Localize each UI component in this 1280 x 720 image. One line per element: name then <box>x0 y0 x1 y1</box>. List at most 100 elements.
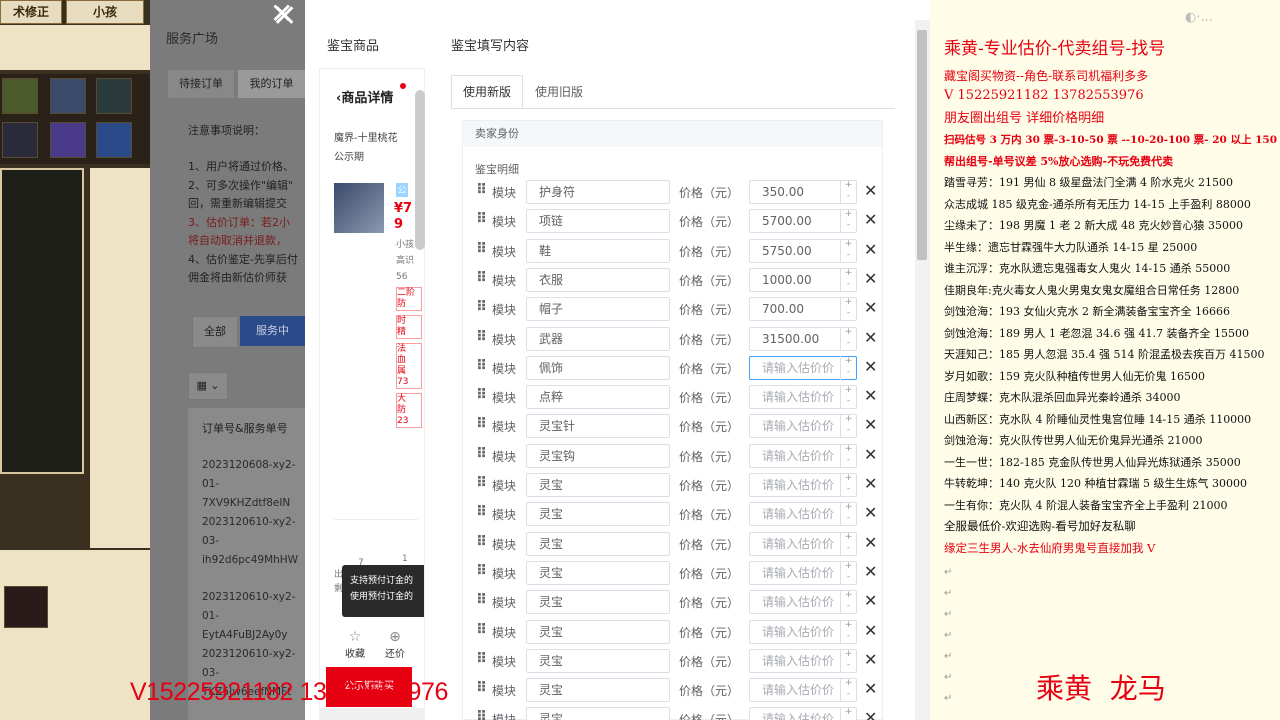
price-input[interactable]: 请输入估价价 +- <box>749 648 857 673</box>
module-name-input[interactable]: 灵宝 <box>526 531 670 556</box>
drag-handle-icon[interactable]: ⠿ <box>476 622 487 638</box>
remove-row-icon[interactable]: ✕ <box>864 503 877 522</box>
price-stepper[interactable]: +- <box>840 531 856 556</box>
modal-scrollbar-thumb[interactable] <box>917 30 927 260</box>
bargain-button[interactable]: ⊕ 还价 <box>380 629 410 660</box>
price-stepper[interactable]: +- <box>840 267 856 292</box>
price-stepper[interactable]: +- <box>840 678 856 703</box>
tab-pending-orders[interactable]: 待接订单 <box>168 70 234 98</box>
remove-row-icon[interactable]: ✕ <box>864 357 877 376</box>
price-stepper[interactable]: +- <box>840 385 856 410</box>
favorite-button[interactable]: ☆ 收藏 <box>340 629 370 660</box>
module-name-input[interactable]: 鞋 <box>526 238 670 263</box>
module-name-input[interactable]: 灵宝 <box>526 560 670 585</box>
price-input[interactable]: 请输入估价价 +- <box>749 678 857 703</box>
price-stepper[interactable]: +- <box>840 414 856 439</box>
price-input[interactable]: 请输入估价价 +- <box>749 531 857 556</box>
price-input[interactable]: 请输入估价价 +- <box>749 590 857 615</box>
character-avatar[interactable] <box>334 183 384 233</box>
drag-handle-icon[interactable]: ⠿ <box>476 299 487 315</box>
module-name-input[interactable]: 佩饰 <box>526 355 670 380</box>
drag-handle-icon[interactable]: ⠿ <box>476 241 487 257</box>
item-slot[interactable] <box>2 122 38 158</box>
module-name-input[interactable]: 灵宝 <box>526 648 670 673</box>
remove-row-icon[interactable]: ✕ <box>864 708 877 720</box>
price-input[interactable]: 请输入估价价 +- <box>749 502 857 527</box>
remove-row-icon[interactable]: ✕ <box>864 445 877 464</box>
drag-handle-icon[interactable]: ⠿ <box>476 358 487 374</box>
price-input[interactable]: 31500.00 + - <box>749 326 857 351</box>
drag-handle-icon[interactable]: ⠿ <box>476 387 487 403</box>
price-input[interactable]: 5750.00 + - <box>749 238 857 263</box>
price-input[interactable]: 请输入估价价 +- <box>749 473 857 497</box>
price-stepper[interactable]: +- <box>840 297 856 322</box>
module-name-input[interactable]: 项链 <box>526 209 670 234</box>
drag-handle-icon[interactable]: ⠿ <box>476 329 487 345</box>
remove-row-icon[interactable]: ✕ <box>864 533 877 552</box>
price-stepper[interactable]: +- <box>840 180 856 204</box>
modal-scrollbar-track[interactable] <box>915 20 930 720</box>
price-stepper[interactable]: +- <box>840 355 856 380</box>
module-name-input[interactable]: 灵宝 <box>526 473 670 497</box>
module-name-input[interactable]: 武器 <box>526 326 670 351</box>
price-input[interactable]: 350.00 + - <box>749 180 857 204</box>
modal-close-icon[interactable]: ✕ <box>270 0 293 28</box>
game-tab-child[interactable]: 小孩 <box>66 0 144 24</box>
remove-row-icon[interactable]: ✕ <box>864 474 877 493</box>
item-slot[interactable] <box>2 78 38 114</box>
price-stepper[interactable]: +- <box>840 502 856 527</box>
module-name-input[interactable]: 护身符 <box>526 180 670 204</box>
drag-handle-icon[interactable]: ⠿ <box>476 592 487 608</box>
remove-row-icon[interactable]: ✕ <box>864 269 877 288</box>
item-slot[interactable] <box>50 122 86 158</box>
item-slot[interactable] <box>96 78 132 114</box>
remove-row-icon[interactable]: ✕ <box>864 328 877 347</box>
tab-my-orders[interactable]: 我的订单 <box>238 70 305 98</box>
preview-h-scrollbar[interactable] <box>319 708 425 720</box>
tab-new-version[interactable]: 使用新版 <box>451 75 523 109</box>
tab-old-version[interactable]: 使用旧版 <box>523 75 595 109</box>
price-stepper[interactable]: +- <box>840 648 856 673</box>
drag-handle-icon[interactable]: ⠿ <box>476 504 487 520</box>
remove-row-icon[interactable]: ✕ <box>864 621 877 640</box>
remove-row-icon[interactable]: ✕ <box>864 298 877 317</box>
module-name-input[interactable]: 灵宝 <box>526 619 670 644</box>
price-stepper[interactable]: +- <box>840 560 856 585</box>
module-name-input[interactable]: 灵宝 <box>526 678 670 703</box>
price-stepper[interactable]: +- <box>840 590 856 615</box>
drag-handle-icon[interactable]: ⠿ <box>476 709 487 720</box>
price-input[interactable]: 请输入估价价 +- <box>749 443 857 468</box>
remove-row-icon[interactable]: ✕ <box>864 240 877 259</box>
remove-row-icon[interactable]: ✕ <box>864 181 877 200</box>
price-input[interactable]: 请输入估价价 +- <box>749 560 857 585</box>
remove-row-icon[interactable]: ✕ <box>864 679 877 698</box>
price-input[interactable]: 请输入估价价 +- <box>749 355 857 380</box>
drag-handle-icon[interactable]: ⠿ <box>476 211 487 227</box>
remove-row-icon[interactable]: ✕ <box>864 415 877 434</box>
item-slot[interactable] <box>4 586 48 628</box>
drag-handle-icon[interactable]: ⠿ <box>476 446 487 462</box>
price-stepper[interactable]: +- <box>840 473 856 497</box>
price-stepper[interactable]: +- <box>840 209 856 234</box>
remove-row-icon[interactable]: ✕ <box>864 562 877 581</box>
price-stepper[interactable]: +- <box>840 619 856 644</box>
price-stepper[interactable]: +- <box>840 443 856 468</box>
price-stepper[interactable]: +- <box>840 707 856 720</box>
price-input[interactable]: 1000.00 + - <box>749 267 857 292</box>
drag-handle-icon[interactable]: ⠿ <box>476 563 487 579</box>
grid-view-icon[interactable]: ▦ ⌄ <box>188 372 228 400</box>
price-input[interactable]: 请输入估价价 +- <box>749 619 857 644</box>
module-name-input[interactable]: 灵宝针 <box>526 414 670 439</box>
price-stepper[interactable]: +- <box>840 326 856 351</box>
remove-row-icon[interactable]: ✕ <box>864 591 877 610</box>
item-slot[interactable] <box>50 78 86 114</box>
price-input[interactable]: 700.00 + - <box>749 297 857 322</box>
price-input[interactable]: 请输入估价价 +- <box>749 414 857 439</box>
module-name-input[interactable]: 灵宝 <box>526 707 670 720</box>
price-input[interactable]: 5700.00 + - <box>749 209 857 234</box>
filter-active-button[interactable]: 服务中 <box>240 316 305 346</box>
preview-scrollbar[interactable] <box>415 90 425 250</box>
drag-handle-icon[interactable]: ⠿ <box>476 680 487 696</box>
price-input[interactable]: 请输入估价价 +- <box>749 707 857 720</box>
remove-row-icon[interactable]: ✕ <box>864 386 877 405</box>
